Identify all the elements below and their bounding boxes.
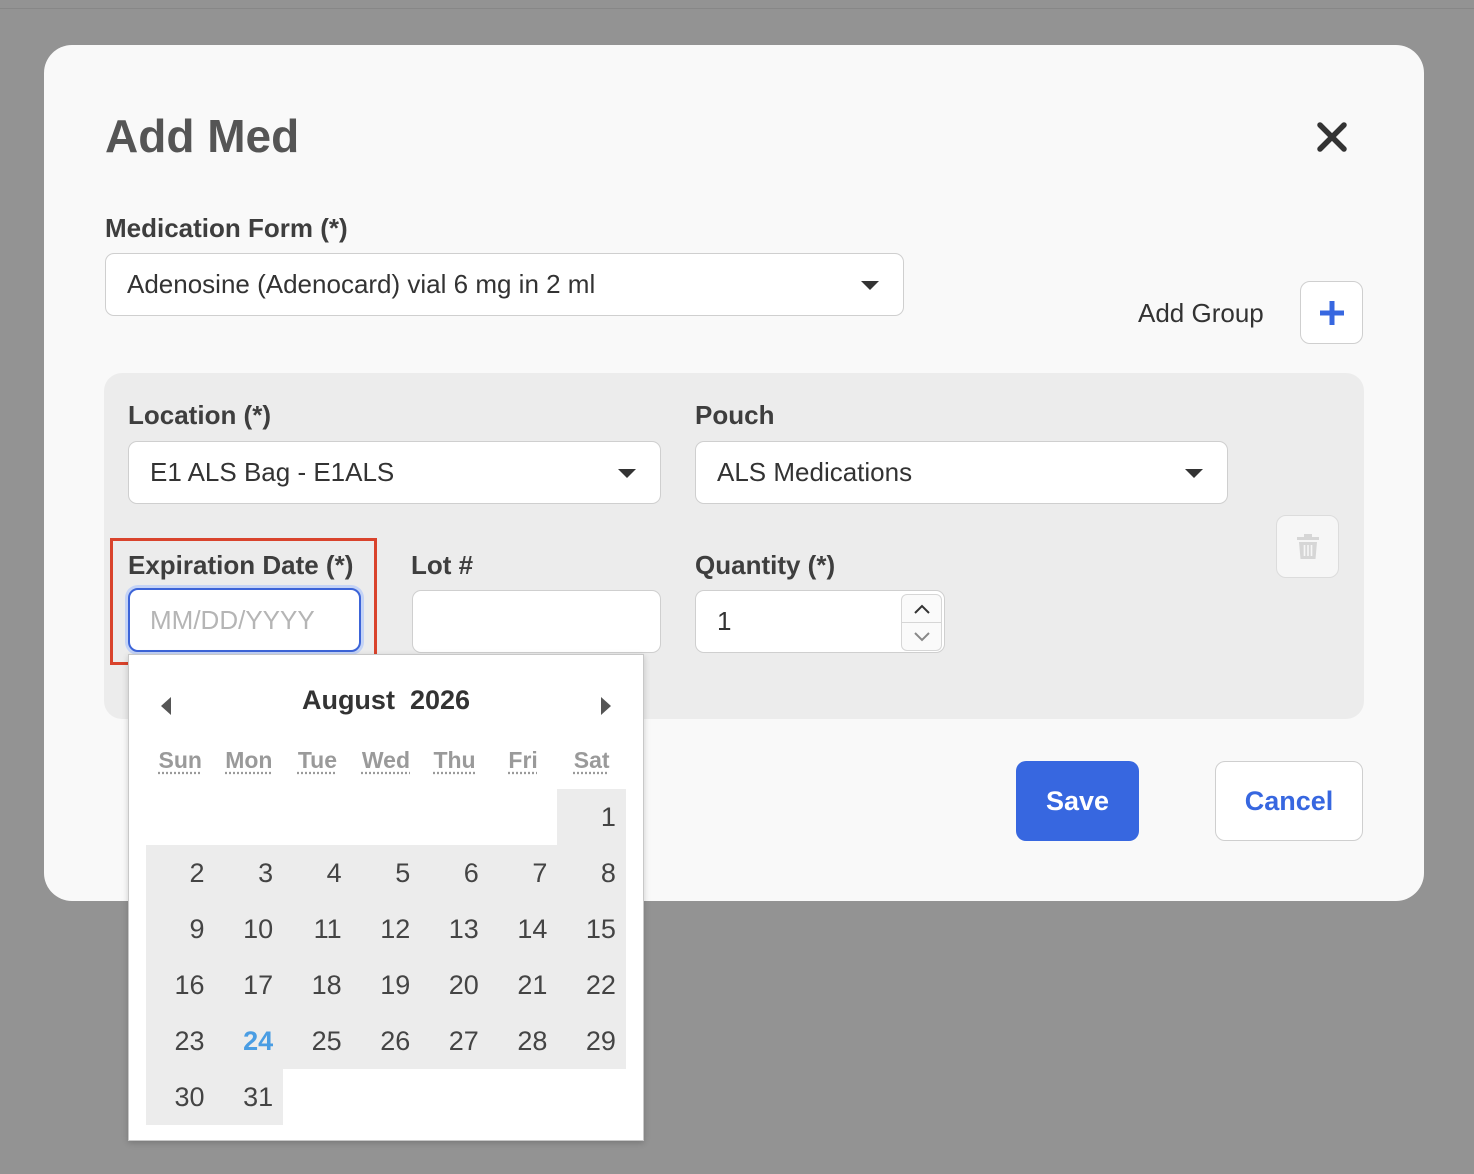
calendar-empty-cell xyxy=(557,1069,626,1125)
chevron-down-icon xyxy=(861,280,879,290)
calendar-week-row: 23 24 25 26 27 28 29 xyxy=(146,1013,626,1069)
calendar-day[interactable]: 31 xyxy=(214,1069,284,1125)
calendar-day[interactable]: 16 xyxy=(146,957,215,1013)
date-picker-popup: August 2026 Sun Mon Tue Wed Thu Fri Sat 123456… xyxy=(128,654,644,1141)
lot-input[interactable] xyxy=(412,590,661,653)
calendar-day[interactable]: 22 xyxy=(557,957,626,1013)
location-select[interactable]: E1 ALS Bag - E1ALS xyxy=(128,441,661,504)
weekday-label: Wed xyxy=(361,747,411,773)
calendar-day-today[interactable]: 24 xyxy=(214,1013,284,1069)
chevron-down-icon xyxy=(913,631,930,641)
calendar-week-row: 9 10 11 12 13 14 15 xyxy=(146,901,626,957)
calendar-year: 2026 xyxy=(409,685,471,715)
calendar-day[interactable]: 11 xyxy=(283,901,352,957)
calendar-day[interactable]: 26 xyxy=(351,1013,421,1069)
medication-form-select[interactable]: Adenosine (Adenocard) vial 6 mg in 2 ml xyxy=(105,253,904,316)
calendar-empty-cell xyxy=(489,1069,558,1125)
weekday-label: Mon xyxy=(225,747,273,773)
calendar-day[interactable]: 3 xyxy=(214,845,284,901)
weekday-label: Sat xyxy=(573,747,610,773)
caret-right-icon xyxy=(601,697,611,715)
calendar-empty-cell xyxy=(283,1069,352,1125)
calendar-empty-cell xyxy=(352,789,421,845)
trash-icon xyxy=(1296,533,1319,559)
modal-title: Add Med xyxy=(105,110,300,162)
weekday-label: Fri xyxy=(508,747,538,773)
calendar-day[interactable]: 19 xyxy=(351,957,421,1013)
calendar-empty-cell xyxy=(352,1069,421,1125)
decrement-button[interactable] xyxy=(901,623,942,651)
weekday-label: Tue xyxy=(297,747,337,773)
calendar-empty-cell xyxy=(420,1069,489,1125)
add-group-button[interactable] xyxy=(1300,281,1363,344)
chevron-up-icon xyxy=(913,604,930,614)
medication-form-label: Medication Form (*) xyxy=(105,213,348,243)
chevron-down-icon xyxy=(1185,468,1203,478)
calendar-day[interactable]: 30 xyxy=(146,1069,215,1125)
weekday-header-row: Sun Mon Tue Wed Thu Fri Sat xyxy=(146,747,626,789)
calendar-month: August xyxy=(301,685,395,715)
calendar-day[interactable]: 25 xyxy=(283,1013,352,1069)
calendar-day[interactable]: 20 xyxy=(420,957,489,1013)
calendar-day[interactable]: 15 xyxy=(557,901,626,957)
calendar-day[interactable]: 29 xyxy=(557,1013,626,1069)
weekday-label: Thu xyxy=(433,747,476,773)
calendar-day[interactable]: 21 xyxy=(488,957,558,1013)
location-label: Location (*) xyxy=(128,400,271,430)
calendar-day[interactable]: 6 xyxy=(420,845,489,901)
calendar-day[interactable]: 14 xyxy=(488,901,558,957)
delete-group-button[interactable] xyxy=(1276,515,1339,578)
pouch-label: Pouch xyxy=(695,400,775,430)
calendar-empty-cell xyxy=(215,789,284,845)
chevron-down-icon xyxy=(618,468,636,478)
calendar-day[interactable]: 17 xyxy=(214,957,284,1013)
calendar-day[interactable]: 8 xyxy=(557,845,626,901)
calendar-empty-cell xyxy=(489,789,558,845)
calendar-week-row: 30 31 xyxy=(146,1069,626,1125)
calendar-day[interactable]: 12 xyxy=(351,901,421,957)
weekday-label: Sun xyxy=(158,747,202,773)
next-month-button[interactable] xyxy=(591,691,621,721)
pouch-value: ALS Medications xyxy=(717,457,913,487)
calendar-day[interactable]: 18 xyxy=(283,957,352,1013)
calendar-day[interactable]: 23 xyxy=(146,1013,215,1069)
expiration-date-input[interactable] xyxy=(128,588,361,652)
quantity-label: Quantity (*) xyxy=(695,550,836,580)
calendar-day[interactable]: 10 xyxy=(214,901,284,957)
calendar-week-row: 1 xyxy=(146,789,626,845)
close-button[interactable] xyxy=(1312,117,1352,157)
location-value: E1 ALS Bag - E1ALS xyxy=(150,457,395,487)
increment-button[interactable] xyxy=(901,594,942,623)
calendar-day[interactable]: 2 xyxy=(146,845,215,901)
background-divider xyxy=(0,8,1474,9)
calendar-day[interactable]: 13 xyxy=(420,901,489,957)
calendar-day[interactable]: 28 xyxy=(488,1013,558,1069)
plus-icon xyxy=(1319,300,1344,325)
close-icon xyxy=(1317,122,1347,152)
calendar-month-year: August 2026 xyxy=(129,685,643,716)
pouch-select[interactable]: ALS Medications xyxy=(695,441,1228,504)
calendar-day[interactable]: 5 xyxy=(351,845,421,901)
calendar-day[interactable]: 27 xyxy=(420,1013,489,1069)
calendar-week-row: 2345678 xyxy=(146,845,626,901)
calendar-empty-cell xyxy=(420,789,489,845)
save-button[interactable]: Save xyxy=(1016,761,1139,841)
calendar-empty-cell xyxy=(283,789,352,845)
calendar-day[interactable]: 7 xyxy=(488,845,558,901)
expiration-date-label: Expiration Date (*) xyxy=(128,550,354,580)
calendar-week-row: 16 17 18 19 20 21 22 xyxy=(146,957,626,1013)
calendar-day[interactable]: 9 xyxy=(146,901,215,957)
calendar-day[interactable]: 1 xyxy=(557,789,626,845)
quantity-stepper[interactable] xyxy=(901,594,942,651)
calendar-day[interactable]: 4 xyxy=(283,845,352,901)
cancel-button[interactable]: Cancel xyxy=(1215,761,1363,841)
lot-label: Lot # xyxy=(411,550,474,580)
add-group-label: Add Group xyxy=(1138,298,1264,328)
calendar-empty-cell xyxy=(146,789,215,845)
medication-form-value: Adenosine (Adenocard) vial 6 mg in 2 ml xyxy=(127,269,596,299)
calendar-grid: Sun Mon Tue Wed Thu Fri Sat 1 2 3 4 5 6 7 8 9 10 11 12 13 1… xyxy=(146,747,626,1125)
